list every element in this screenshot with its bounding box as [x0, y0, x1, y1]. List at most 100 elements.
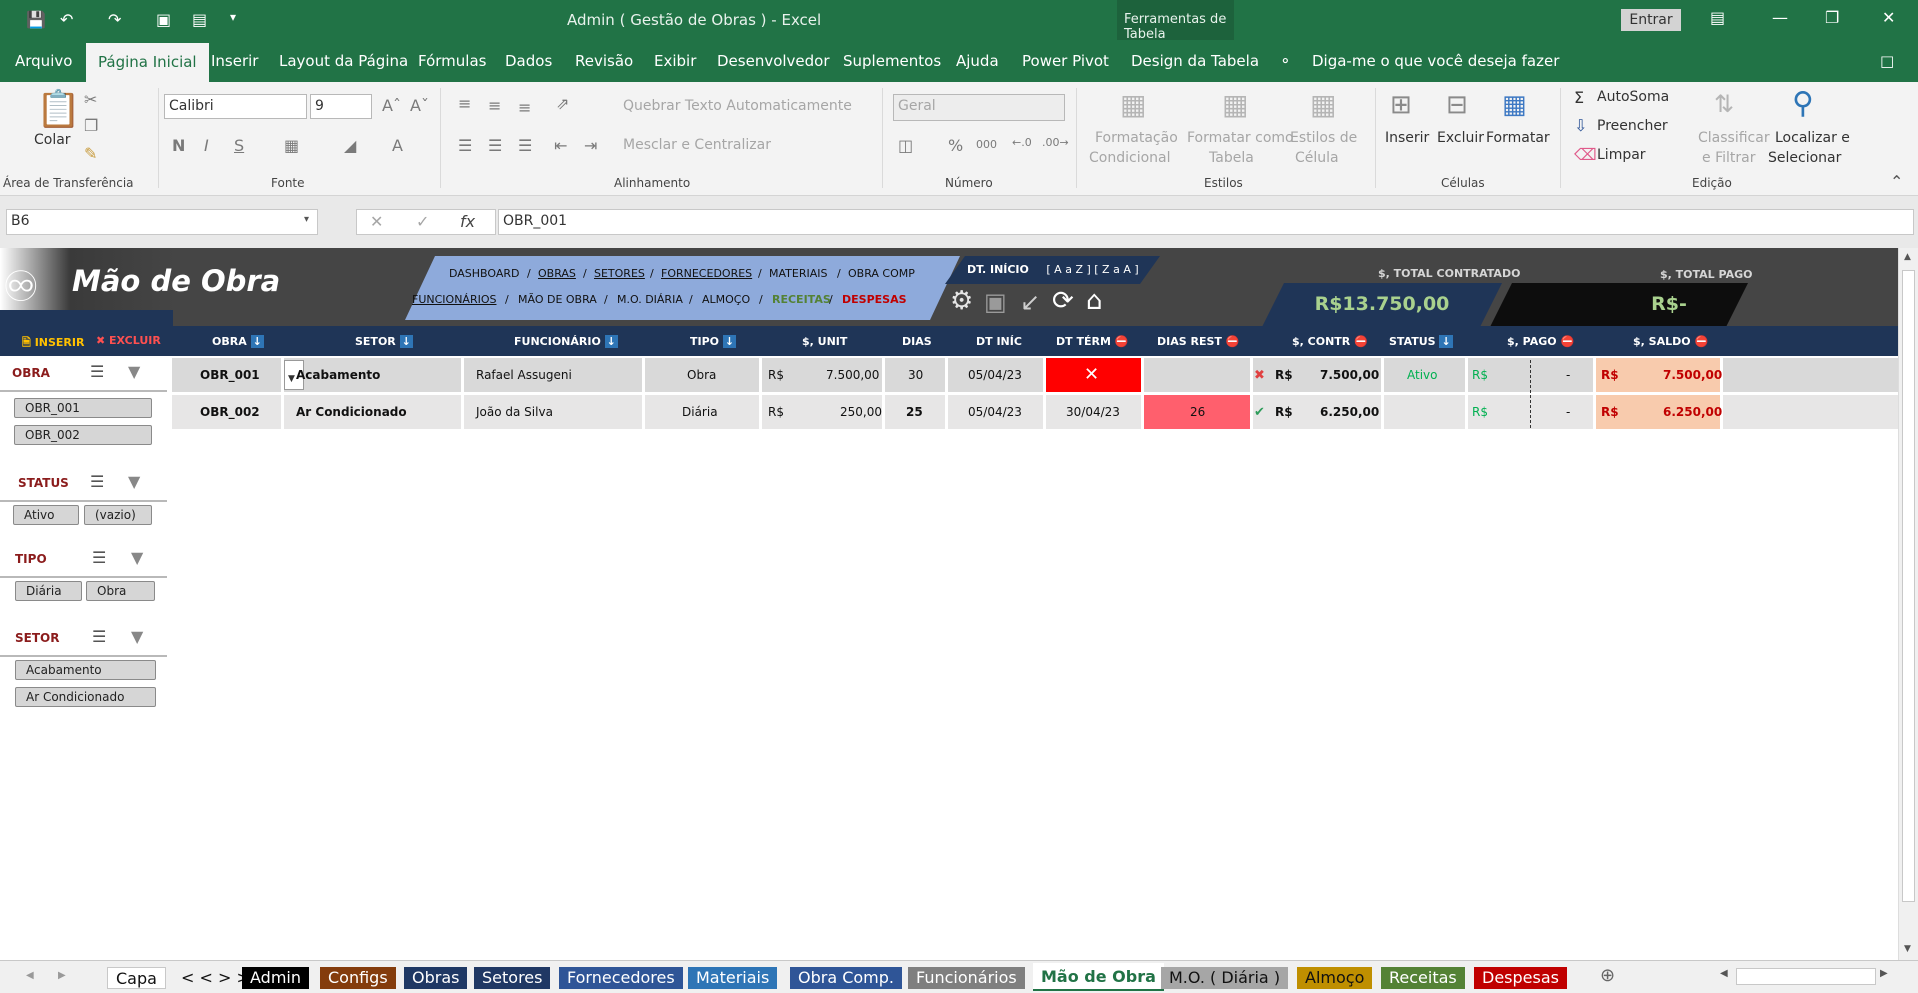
sheet-tab[interactable]: Obras — [404, 967, 468, 989]
cell-funcionario[interactable]: João da Silva — [476, 396, 553, 428]
tab-pagina-inicial[interactable]: Página Inicial — [86, 43, 209, 82]
name-box[interactable]: B6 — [6, 209, 318, 235]
font-name-select[interactable]: Calibri — [164, 94, 307, 119]
restore-icon[interactable]: ❐ — [1825, 8, 1839, 27]
fill-icon[interactable]: ⇩ — [1574, 116, 1587, 135]
cell-dropdown-icon[interactable]: ▼ — [288, 374, 295, 384]
bold-button[interactable]: N — [172, 136, 185, 155]
undo-icon[interactable]: ↶ — [60, 10, 73, 29]
tell-me-search[interactable]: Diga-me o que você deseja fazer — [1312, 52, 1559, 70]
header-dias[interactable]: DIAS — [902, 335, 932, 348]
header-dias-rest[interactable]: DIAS REST ⛔ — [1157, 335, 1239, 348]
tab-power-pivot[interactable]: Power Pivot — [1022, 52, 1109, 70]
align-center-icon[interactable]: ☰ — [488, 136, 502, 155]
clear-filter-icon[interactable]: ▼ — [128, 362, 140, 381]
header-setor[interactable]: SETOR ↓ — [355, 335, 413, 348]
paste-button[interactable]: Colar — [34, 132, 71, 148]
decrease-decimal-icon[interactable]: .00→ — [1042, 136, 1069, 149]
borders-icon[interactable]: ▦ — [284, 136, 299, 155]
slicer-item[interactable]: OBR_001 — [14, 398, 152, 418]
cell-dias[interactable]: 30 — [908, 359, 923, 391]
vertical-scrollbar[interactable]: ▲ ▼ — [1898, 248, 1918, 960]
nav-setores[interactable]: SETORES — [594, 267, 645, 280]
scroll-up-icon[interactable]: ▲ — [1904, 252, 1911, 262]
delete-cells-icon[interactable]: ⊟ — [1446, 90, 1468, 120]
tab-suplementos[interactable]: Suplementos — [843, 52, 941, 70]
cell-dt-inic[interactable]: 05/04/23 — [968, 359, 1022, 391]
orientation-icon[interactable]: ⇗ — [556, 94, 569, 113]
sheet-tab[interactable]: Fornecedores — [559, 967, 683, 989]
thousands-icon[interactable]: 000 — [976, 138, 997, 151]
cell-obra[interactable]: OBR_001 — [200, 359, 260, 391]
header-contr[interactable]: $, CONTR ⛔ — [1292, 335, 1368, 348]
camera-icon[interactable]: ▣ — [156, 10, 171, 29]
close-icon[interactable]: ✕ — [1882, 8, 1895, 27]
font-size-select[interactable]: 9 — [310, 94, 372, 119]
scroll-thumb[interactable] — [1902, 270, 1915, 902]
sign-in-button[interactable]: Entrar — [1621, 9, 1681, 31]
clear-button[interactable]: Limpar — [1597, 147, 1646, 163]
cell-contr[interactable]: 6.250,00 — [1320, 396, 1379, 428]
monitor-icon[interactable]: ▣ — [984, 288, 1007, 316]
header-obra[interactable]: OBRA ↓ — [212, 335, 264, 348]
nav-obra-comp[interactable]: OBRA COMP — [848, 267, 915, 280]
cell-saldo[interactable]: 6.250,00 — [1663, 396, 1722, 428]
header-saldo[interactable]: $, SALDO ⛔ — [1633, 335, 1708, 348]
slicer-item[interactable]: Acabamento — [15, 660, 156, 680]
cell-pago[interactable]: - — [1566, 396, 1570, 428]
multi-select-icon[interactable]: ☰ — [92, 548, 106, 567]
clear-filter-icon[interactable]: ▼ — [131, 627, 143, 646]
sheet-tab[interactable]: Mão de Obra — [1033, 963, 1164, 991]
add-sheet-icon[interactable]: ⊕ — [1600, 965, 1615, 986]
nav-mao-de-obra[interactable]: MÃO DE OBRA — [518, 293, 597, 306]
sheet-tab[interactable]: Almoço — [1297, 967, 1373, 989]
tab-formulas[interactable]: Fórmulas — [418, 52, 486, 70]
header-tipo[interactable]: TIPO ↓ — [690, 335, 737, 348]
copy-icon[interactable]: ❐ — [84, 116, 98, 135]
currency-icon[interactable]: ◫ — [898, 136, 913, 155]
tab-revisao[interactable]: Revisão — [575, 52, 633, 70]
tab-dados[interactable]: Dados — [505, 52, 552, 70]
autosum-icon[interactable]: Σ — [1574, 88, 1584, 107]
sheet-tab[interactable]: Funcionários — [908, 967, 1025, 989]
cell-tipo[interactable]: Diária — [682, 396, 718, 428]
header-funcionario[interactable]: FUNCIONÁRIO ↓ — [514, 335, 618, 348]
import-icon[interactable]: ↙ — [1020, 288, 1040, 316]
header-dt-term[interactable]: DT TÉRM ⛔ — [1056, 335, 1128, 348]
tab-desenvolvedor[interactable]: Desenvolvedor — [717, 52, 830, 70]
tab-ajuda[interactable]: Ajuda — [956, 52, 999, 70]
slicer-item[interactable]: Ativo — [13, 505, 79, 525]
number-format-select[interactable]: Geral — [893, 94, 1065, 121]
merge-center-button[interactable]: Mesclar e Centralizar — [623, 137, 771, 153]
underline-button[interactable]: S — [234, 136, 244, 155]
nav-materiais[interactable]: MATERIAIS — [769, 267, 827, 280]
hscroll-left-icon[interactable]: ◀ — [1720, 968, 1728, 979]
cell-funcionario[interactable]: Rafael Assugeni — [476, 359, 572, 391]
refresh-icon[interactable]: ⟳ — [1052, 286, 1074, 316]
horizontal-scrollbar[interactable] — [1736, 968, 1876, 985]
autosum-button[interactable]: AutoSoma — [1597, 89, 1669, 105]
nav-fornecedores[interactable]: FORNECEDORES — [661, 267, 752, 280]
tab-arquivo[interactable]: Arquivo — [15, 52, 72, 70]
header-pago[interactable]: $, PAGO ⛔ — [1507, 335, 1574, 348]
align-right-icon[interactable]: ☰ — [518, 136, 532, 155]
insert-function-button[interactable]: fx — [460, 212, 475, 231]
sort-filter-label-1[interactable]: Classificar — [1698, 130, 1770, 146]
fill-button[interactable]: Preencher — [1597, 118, 1668, 134]
nav-almoco[interactable]: ALMOÇO — [702, 293, 750, 306]
sort-filter-icon[interactable]: ⇅ — [1714, 90, 1734, 118]
cell-unit[interactable]: 7.500,00 — [826, 359, 879, 391]
sheet-tab[interactable]: Despesas — [1474, 967, 1567, 989]
collapse-ribbon-icon[interactable]: ⌃ — [1890, 172, 1903, 191]
clear-filter-icon[interactable]: ▼ — [128, 472, 140, 491]
sheet-tab[interactable]: Admin — [242, 967, 309, 989]
multi-select-icon[interactable]: ☰ — [92, 627, 106, 646]
tab-layout[interactable]: Layout da Página — [279, 52, 408, 70]
home-icon[interactable]: ⌂ — [1086, 286, 1103, 316]
find-select-icon[interactable]: ⚲ — [1792, 86, 1814, 121]
form-icon[interactable]: ▤ — [192, 10, 207, 29]
scroll-down-icon[interactable]: ▼ — [1904, 944, 1911, 954]
decrease-font-icon[interactable]: Aˇ — [410, 96, 429, 115]
paste-icon[interactable]: 📋 — [36, 88, 81, 130]
find-select-label-1[interactable]: Localizar e — [1775, 130, 1850, 146]
